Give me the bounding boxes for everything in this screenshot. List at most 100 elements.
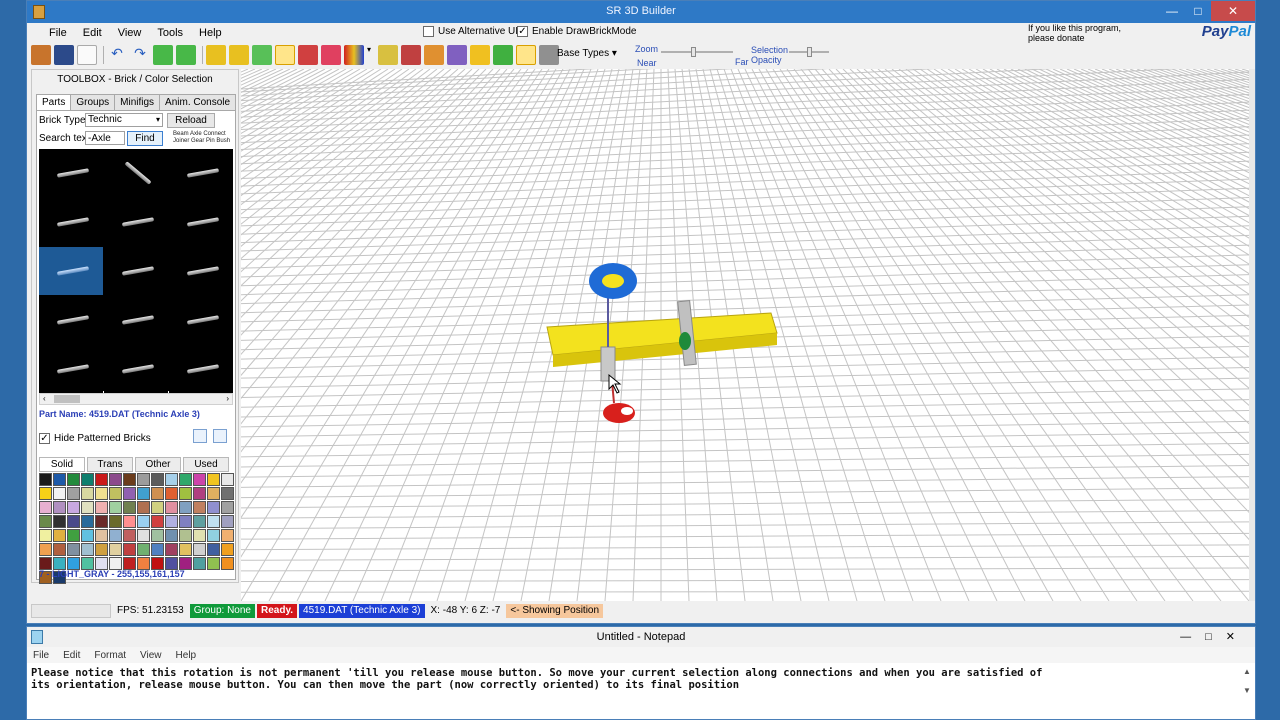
color-swatch[interactable] [207,557,220,570]
color-swatch[interactable] [109,501,122,514]
color-palette-icon[interactable] [344,45,364,65]
minimize-icon[interactable]: — [1159,1,1185,21]
base-types-dropdown[interactable]: Base Types ▾ [557,48,617,59]
close-icon[interactable]: ✕ [1226,631,1249,643]
zoom-slider-thumb[interactable] [691,47,696,57]
paint-icon[interactable] [321,45,341,65]
find-button[interactable]: Find [127,131,163,146]
part-thumbnail[interactable] [169,149,233,197]
color-swatch[interactable] [67,501,80,514]
color-swatch[interactable] [221,501,234,514]
part-thumbnail[interactable] [169,296,233,344]
np-menu-view[interactable]: View [140,650,162,661]
color-swatch[interactable] [67,473,80,486]
rotate-icon[interactable] [401,45,421,65]
color-swatch[interactable] [109,515,122,528]
brick-up-icon[interactable] [229,45,249,65]
select-brick-icon[interactable] [275,45,295,65]
logo-tool-icon[interactable] [31,45,51,65]
color-swatch[interactable] [207,487,220,500]
color-swatch[interactable] [109,529,122,542]
color-swatch[interactable] [95,529,108,542]
base-plate-icon[interactable] [539,45,559,65]
menu-file[interactable]: File [41,27,75,39]
color-swatch[interactable] [81,543,94,556]
part-thumbnail[interactable] [104,345,168,393]
part-thumbnail[interactable] [169,247,233,295]
notepad-text-area[interactable]: Please notice that this rotation is not … [31,667,1235,691]
color-swatch[interactable] [109,473,122,486]
color-swatch[interactable] [95,515,108,528]
menu-tools[interactable]: Tools [149,27,191,39]
chevron-left-icon[interactable]: ‹ [43,394,46,403]
undo-icon[interactable]: ↶ [107,45,127,65]
part-thumbnail[interactable] [104,247,168,295]
move-right-icon[interactable] [153,45,173,65]
color-swatch[interactable] [137,501,150,514]
color-swatch[interactable] [109,543,122,556]
expand-icon[interactable] [252,45,272,65]
np-menu-format[interactable]: Format [94,650,126,661]
chevron-up-icon[interactable]: ▲ [1241,667,1253,676]
color-swatch[interactable] [221,473,234,486]
color-swatch[interactable] [123,487,136,500]
color-swatch[interactable] [39,543,52,556]
alt-ui-option[interactable]: Use Alternative UI [423,26,518,37]
color-swatch[interactable] [137,529,150,542]
maximize-icon[interactable]: □ [1205,631,1226,643]
search-input[interactable] [85,131,125,145]
reload-button[interactable]: Reload [167,113,215,128]
color-swatch[interactable] [179,473,192,486]
list-view-icon[interactable] [193,429,207,443]
color-swatch[interactable] [193,487,206,500]
redo-icon[interactable]: ↷ [130,45,150,65]
color-swatch[interactable] [193,473,206,486]
part-thumbnail[interactable] [39,296,103,344]
color-swatch[interactable] [137,473,150,486]
color-swatch[interactable] [53,487,66,500]
color-swatch[interactable] [165,543,178,556]
color-swatch[interactable] [67,515,80,528]
color-swatch[interactable] [67,543,80,556]
color-swatch[interactable] [137,543,150,556]
scrollbar-thumb[interactable] [54,395,80,403]
color-swatch[interactable] [123,473,136,486]
color-swatch[interactable] [179,515,192,528]
green-connector[interactable] [679,332,691,350]
color-swatch[interactable] [109,487,122,500]
tab-parts[interactable]: Parts [36,94,72,110]
color-swatch[interactable] [221,529,234,542]
tab-minifigs[interactable]: Minifigs [114,94,161,110]
color-swatch[interactable] [53,529,66,542]
brick-add-icon[interactable] [206,45,226,65]
color-swatch[interactable] [165,529,178,542]
color-swatch[interactable] [39,529,52,542]
part-thumbnail[interactable] [104,198,168,246]
color-swatch[interactable] [179,501,192,514]
chevron-down-icon[interactable]: ▼ [1241,686,1253,695]
color-swatch[interactable] [221,515,234,528]
color-brick-icon[interactable] [298,45,318,65]
color-swatch[interactable] [95,487,108,500]
color-tab-used[interactable]: Used [183,457,229,472]
color-swatch[interactable] [95,543,108,556]
color-swatch[interactable] [193,515,206,528]
move-left-icon[interactable] [176,45,196,65]
color-swatch[interactable] [39,501,52,514]
group-icon[interactable] [447,45,467,65]
tab-groups[interactable]: Groups [70,94,116,110]
color-swatch[interactable] [81,473,94,486]
color-swatch[interactable] [151,501,164,514]
color-swatch[interactable] [207,473,220,486]
color-swatch[interactable] [81,501,94,514]
color-swatch[interactable] [123,515,136,528]
add-point-icon[interactable] [493,45,513,65]
color-swatch[interactable] [193,501,206,514]
color-swatch[interactable] [165,487,178,500]
color-swatch[interactable] [95,501,108,514]
color-swatch[interactable] [179,543,192,556]
chevron-right-icon[interactable]: › [226,394,229,403]
color-swatch[interactable] [221,487,234,500]
color-swatch[interactable] [81,515,94,528]
color-swatch[interactable] [179,529,192,542]
